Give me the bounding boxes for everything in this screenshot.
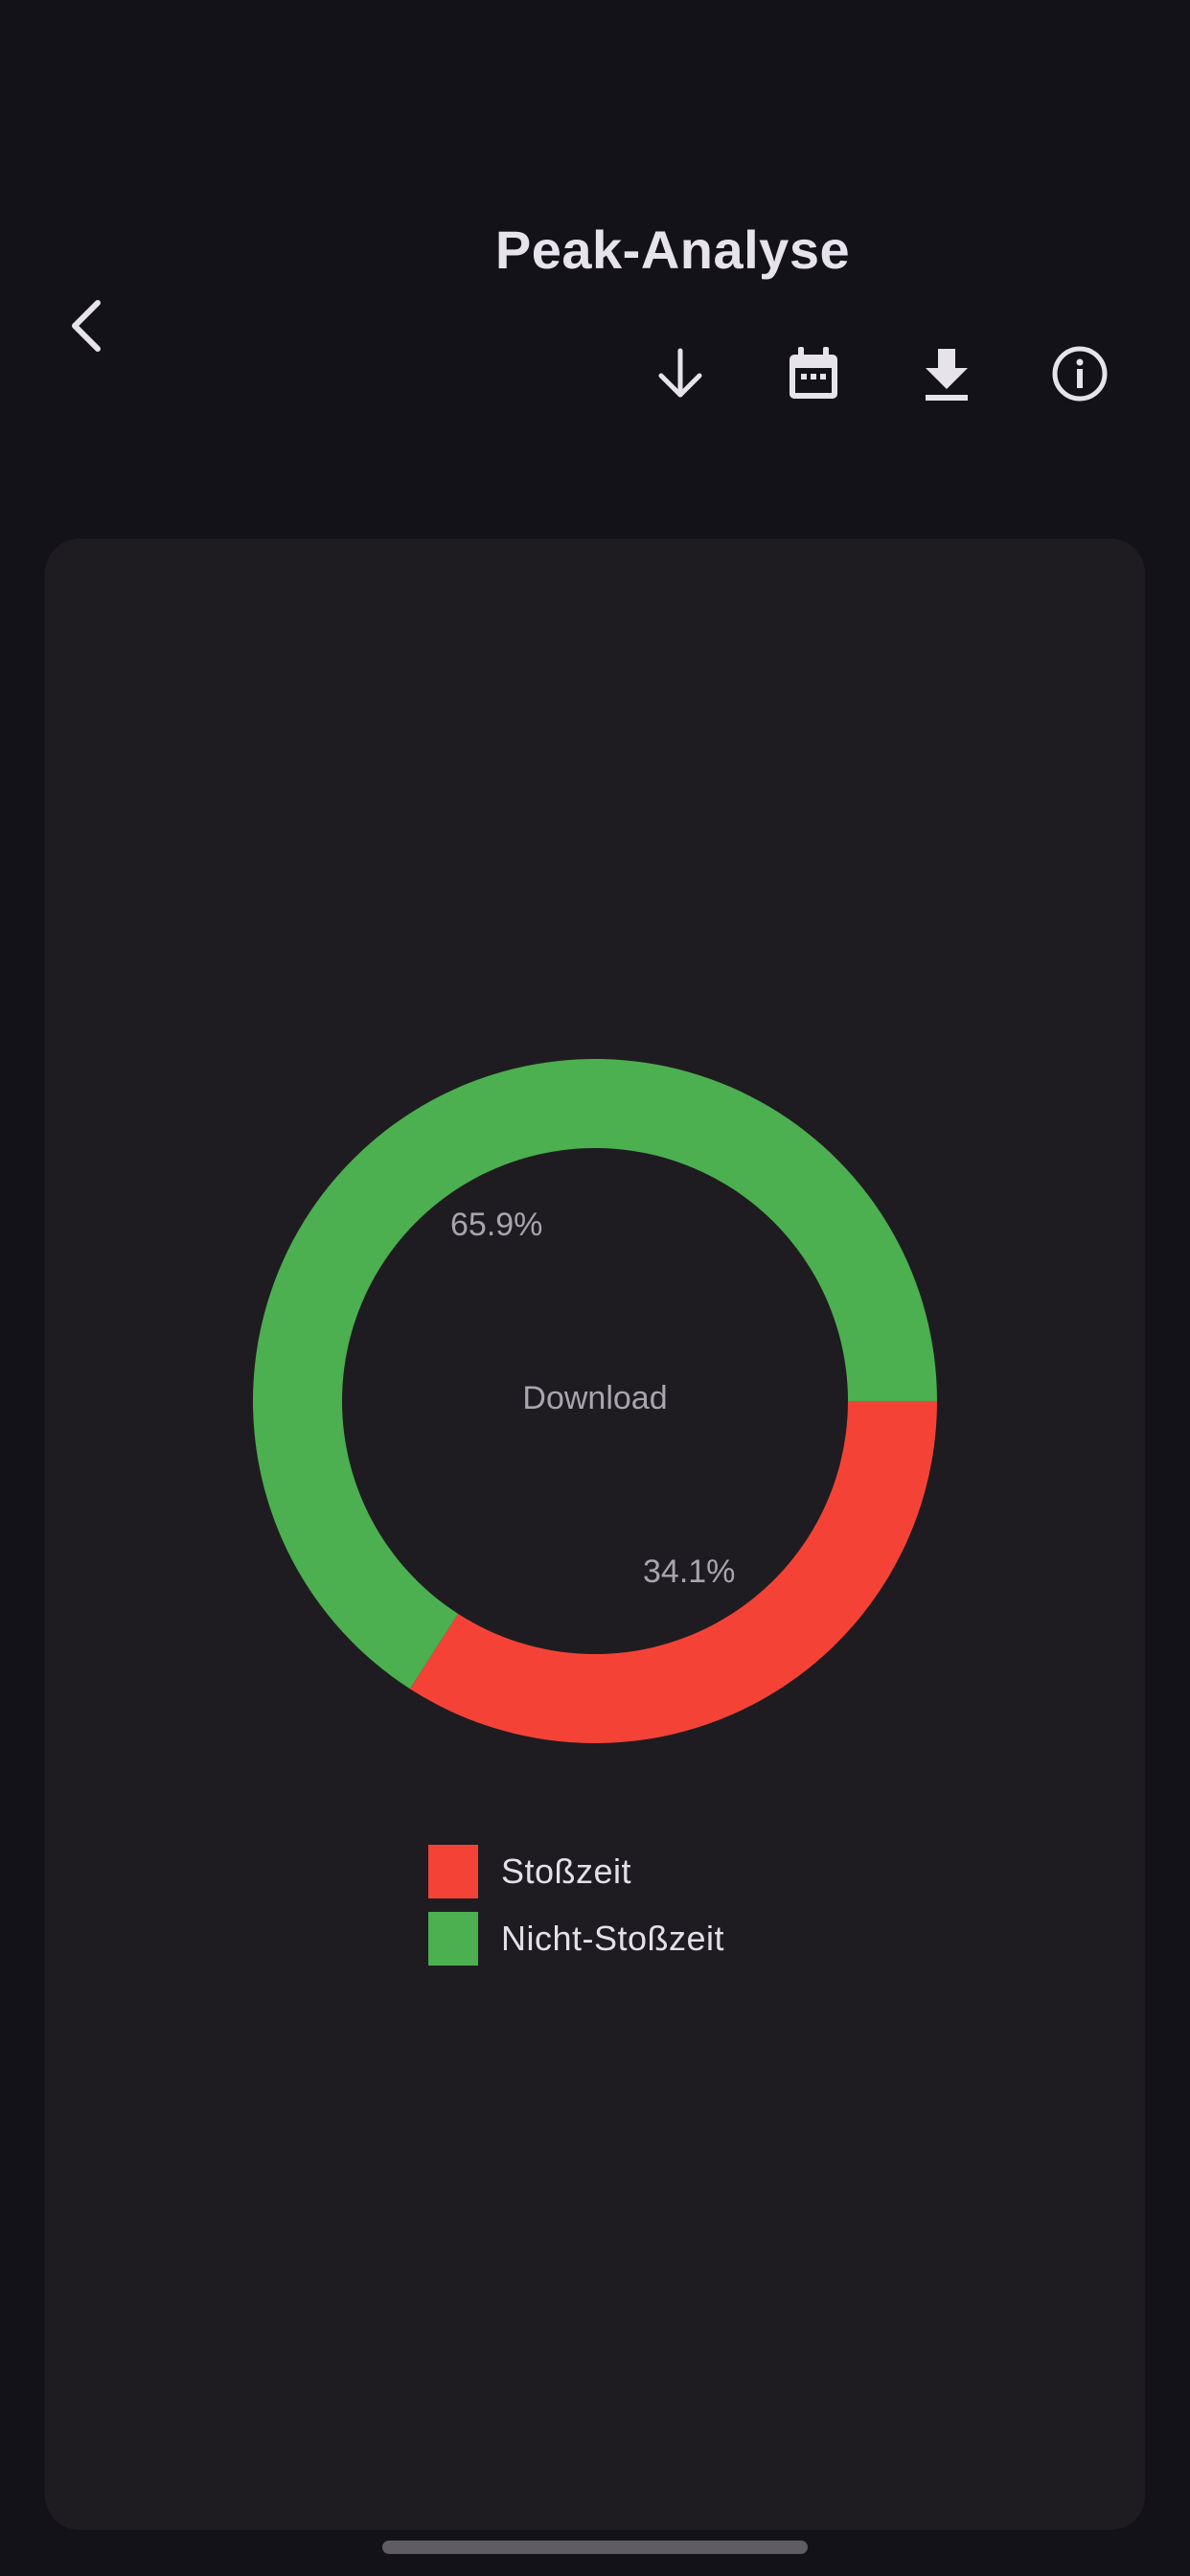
chart-legend: Stoßzeit Nicht-Stoßzeit: [428, 1838, 724, 1972]
donut-chart: [253, 1059, 937, 1743]
sort-down-button[interactable]: [642, 335, 719, 412]
slice-label-peak: 34.1%: [643, 1553, 736, 1590]
download-button[interactable]: [908, 335, 985, 412]
legend-label-peak: Stoßzeit: [501, 1852, 632, 1891]
page-title: Peak-Analyse: [494, 219, 851, 280]
legend-label-off-peak: Nicht-Stoßzeit: [501, 1919, 725, 1958]
info-icon: [1052, 346, 1108, 402]
legend-item-off-peak: Nicht-Stoßzeit: [428, 1905, 724, 1972]
app-bar: Peak-Analyse: [0, 0, 1190, 479]
home-indicator: [382, 2541, 808, 2554]
legend-swatch-peak: [428, 1845, 478, 1898]
chart-card: Download 65.9% 34.1% Stoßzeit Nicht-Stoß…: [45, 539, 1145, 2530]
date-range-button[interactable]: [775, 335, 852, 412]
toolbar-actions: [0, 335, 1190, 412]
legend-item-peak: Stoßzeit: [428, 1838, 724, 1905]
arrow-down-icon: [658, 348, 702, 398]
info-button[interactable]: [1041, 335, 1118, 412]
legend-swatch-off-peak: [428, 1912, 478, 1966]
calendar-icon: [790, 347, 837, 399]
download-icon: [926, 349, 968, 401]
slice-label-off-peak: 65.9%: [450, 1207, 543, 1243]
chart-center-label: Download: [522, 1380, 668, 1416]
